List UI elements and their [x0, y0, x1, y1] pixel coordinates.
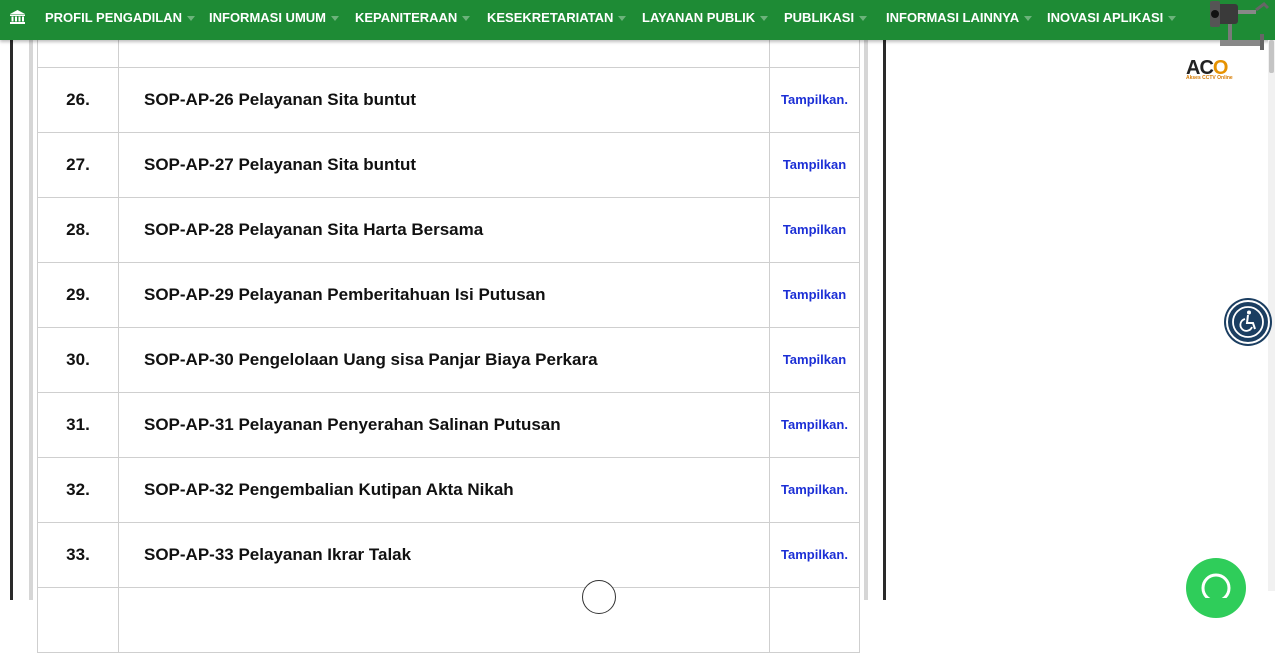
row-number: 28. — [37, 197, 119, 263]
row-number: 30. — [37, 327, 119, 393]
row-action-cell: Tampilkan — [769, 327, 860, 393]
chevron-down-icon — [187, 16, 195, 22]
chevron-down-icon — [859, 16, 868, 22]
chevron-down-icon — [618, 16, 627, 22]
court-building-icon[interactable] — [9, 9, 26, 26]
table-row: 30. SOP-AP-30 Pengelolaan Uang sisa Panj… — [37, 327, 860, 393]
chevron-down-icon — [462, 16, 471, 22]
row-number: 32. — [37, 457, 119, 523]
table-row: 26. SOP-AP-26 Pelayanan Sita buntut Tamp… — [37, 67, 860, 133]
row-number: 26. — [37, 67, 119, 133]
tampilkan-link[interactable]: Tampilkan. — [781, 547, 848, 562]
chevron-down-icon — [331, 16, 339, 22]
whatsapp-button[interactable] — [1186, 558, 1246, 618]
nav-profil-pengadilan[interactable]: PROFIL PENGADILAN — [45, 0, 195, 36]
table-row: 31. SOP-AP-31 Pelayanan Penyerahan Salin… — [37, 392, 860, 458]
wheelchair-icon — [1232, 306, 1264, 338]
nav-informasi-lainnya[interactable]: INFORMASI LAINNYA — [886, 0, 1033, 36]
row-number: 31. — [37, 392, 119, 458]
tampilkan-link[interactable]: Tampilkan. — [781, 417, 848, 432]
table-row: 28. SOP-AP-28 Pelayanan Sita Harta Bersa… — [37, 197, 860, 263]
row-title: SOP-AP-27 Pelayanan Sita buntut — [118, 132, 770, 198]
row-action-cell: Tampilkan. — [769, 457, 860, 523]
row-number: 29. — [37, 262, 119, 328]
sop-table: 26. SOP-AP-26 Pelayanan Sita buntut Tamp… — [37, 0, 860, 653]
nav-informasi-umum[interactable]: INFORMASI UMUM — [209, 0, 339, 36]
nav-publikasi[interactable]: PUBLIKASI — [784, 0, 868, 36]
row-action-cell: Tampilkan — [769, 132, 860, 198]
tampilkan-link[interactable]: Tampilkan — [783, 157, 846, 172]
nav-kepaniteraan[interactable]: KEPANITERAAN — [355, 0, 471, 36]
row-title: SOP-AP-30 Pengelolaan Uang sisa Panjar B… — [118, 327, 770, 393]
row-action-cell — [769, 587, 860, 653]
row-title: SOP-AP-26 Pelayanan Sita buntut — [118, 67, 770, 133]
table-row — [37, 587, 860, 653]
row-title — [118, 587, 770, 653]
nav-label: LAYANAN PUBLIK — [642, 10, 756, 25]
row-number — [37, 587, 119, 653]
nav-label: INFORMASI UMUM — [209, 10, 326, 25]
row-action-cell: Tampilkan. — [769, 522, 860, 588]
chevron-down-icon — [1168, 16, 1177, 22]
row-action-cell: Tampilkan — [769, 197, 860, 263]
row-title: SOP-AP-28 Pelayanan Sita Harta Bersama — [118, 197, 770, 263]
chevron-down-icon — [1024, 16, 1033, 22]
tampilkan-link[interactable]: Tampilkan. — [781, 482, 848, 497]
nav-inovasi-aplikasi[interactable]: INOVASI APLIKASI — [1047, 0, 1177, 36]
row-action-cell: Tampilkan — [769, 262, 860, 328]
table-row: 27. SOP-AP-27 Pelayanan Sita buntut Tamp… — [37, 132, 860, 198]
table-row: 32. SOP-AP-32 Pengembalian Kutipan Akta … — [37, 457, 860, 523]
row-action-cell: Tampilkan. — [769, 392, 860, 458]
row-title: SOP-AP-33 Pelayanan Ikrar Talak — [118, 522, 770, 588]
nav-label: INOVASI APLIKASI — [1047, 10, 1164, 25]
tampilkan-link[interactable]: Tampilkan — [783, 287, 846, 302]
row-title: SOP-AP-32 Pengembalian Kutipan Akta Nika… — [118, 457, 770, 523]
nav-label: KEPANITERAAN — [355, 10, 458, 25]
row-number: 27. — [37, 132, 119, 198]
nav-layanan-publik[interactable]: LAYANAN PUBLIK — [642, 0, 769, 36]
tampilkan-link[interactable]: Tampilkan. — [781, 92, 848, 107]
row-title: SOP-AP-29 Pelayanan Pemberitahuan Isi Pu… — [118, 262, 770, 328]
nav-label: PROFIL PENGADILAN — [45, 10, 182, 25]
aco-subtitle: Akses CCTV Online — [1186, 75, 1233, 81]
whatsapp-icon — [1201, 573, 1231, 603]
scroll-indicator[interactable] — [582, 580, 616, 614]
scrollbar-thumb[interactable] — [1269, 40, 1274, 73]
accessibility-button[interactable] — [1226, 300, 1270, 344]
table-row: 29. SOP-AP-29 Pelayanan Pemberitahuan Is… — [37, 262, 860, 328]
nav-label: PUBLIKASI — [784, 10, 855, 25]
nav-label: INFORMASI LAINNYA — [886, 10, 1020, 25]
nav-label: KESEKRETARIATAN — [487, 10, 614, 25]
row-action-cell: Tampilkan. — [769, 67, 860, 133]
nav-kesekretariatan[interactable]: KESEKRETARIATAN — [487, 0, 627, 36]
chevron-down-icon — [760, 16, 769, 22]
tampilkan-link[interactable]: Tampilkan — [783, 352, 846, 367]
table-row: 33. SOP-AP-33 Pelayanan Ikrar Talak Tamp… — [37, 522, 860, 588]
row-number: 33. — [37, 522, 119, 588]
main-navbar: PROFIL PENGADILAN INFORMASI UMUM KEPANIT… — [0, 0, 1275, 40]
row-title: SOP-AP-31 Pelayanan Penyerahan Salinan P… — [118, 392, 770, 458]
tampilkan-link[interactable]: Tampilkan — [783, 222, 846, 237]
